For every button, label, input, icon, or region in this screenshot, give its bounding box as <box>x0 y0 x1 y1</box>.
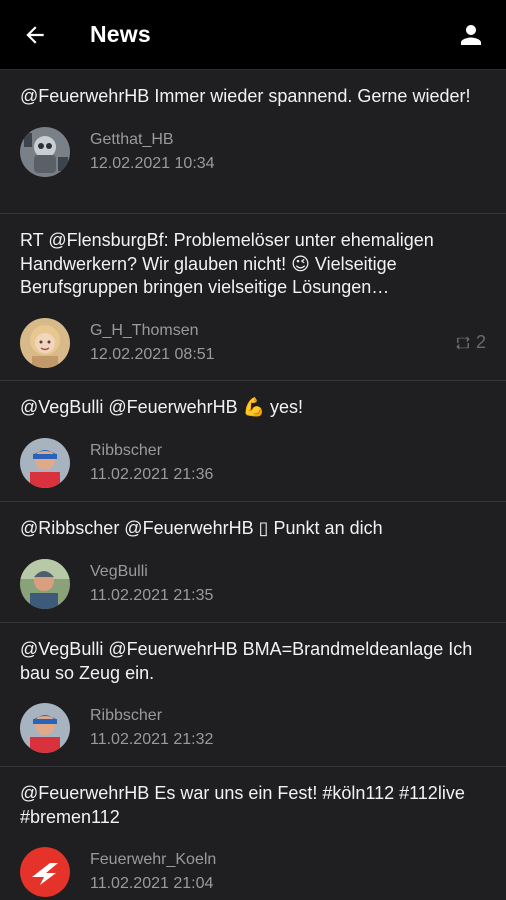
tweet-item[interactable]: @VegBulli @FeuerwehrHB BMA=Brandmeldeanl… <box>0 623 506 767</box>
tweet-item[interactable]: @FeuerwehrHB Es war uns ein Fest! #köln1… <box>0 767 506 900</box>
man-outdoor-avatar-icon <box>20 558 70 609</box>
man-cap-avatar-icon <box>20 703 70 753</box>
avatar[interactable] <box>20 437 70 488</box>
retweet-count[interactable]: 2 <box>454 332 486 353</box>
tweet-author[interactable]: G_H_Thomsen <box>90 319 215 343</box>
tweet-item[interactable]: @VegBulli @FeuerwehrHB 💪 yes! Ribbscher … <box>0 381 506 502</box>
tweet-author[interactable]: Feuerwehr_Koeln <box>90 848 216 872</box>
fire-dept-logo-icon <box>20 847 70 897</box>
tweet-author[interactable]: Getthat_HB <box>90 128 215 152</box>
tweet-text: @Ribbscher @FeuerwehrHB ▯ Punkt an dich <box>20 518 383 538</box>
tweet-meta: G_H_Thomsen 12.02.2021 08:51 <box>20 317 486 368</box>
retweet-icon <box>456 335 470 350</box>
tweet-text: @VegBulli @FeuerwehrHB 💪 yes! <box>20 397 304 417</box>
avatar[interactable] <box>20 317 70 368</box>
tweet-time: 11.02.2021 21:04 <box>90 875 214 892</box>
tweet-info: Ribbscher 11.02.2021 21:32 <box>90 704 213 752</box>
man-cap-avatar-icon <box>20 437 70 488</box>
tweet-text: @FeuerwehrHB Es war uns ein Fest! #köln1… <box>20 783 465 827</box>
tweet-author[interactable]: VegBulli <box>90 560 213 584</box>
tweet-meta: Ribbscher 11.02.2021 21:36 <box>20 437 486 488</box>
arrow-left-icon <box>26 25 44 44</box>
tweet-info: Feuerwehr_Koeln 11.02.2021 21:04 <box>90 848 216 896</box>
tweet-author[interactable]: Ribbscher <box>90 704 213 728</box>
tweet-info: Ribbscher 11.02.2021 21:36 <box>90 439 213 487</box>
profile-button[interactable] <box>454 18 488 52</box>
news-feed[interactable]: @FeuerwehrHB Immer wieder spannend. Gern… <box>0 70 506 900</box>
tweet-text: RT @FlensburgBf: Problemelöser unter ehe… <box>20 230 434 297</box>
tweet-time: 12.02.2021 08:51 <box>90 345 215 363</box>
tweet-text: @VegBulli @FeuerwehrHB BMA=Brandmeldeanl… <box>20 639 473 683</box>
woman-avatar-icon <box>20 317 70 368</box>
tweet-text: @FeuerwehrHB Immer wieder spannend. Gern… <box>20 86 471 106</box>
person-icon <box>461 25 481 45</box>
robot-avatar-icon <box>20 126 70 177</box>
avatar[interactable] <box>20 126 70 177</box>
tweet-time: 11.02.2021 21:36 <box>90 465 214 483</box>
tweet-author[interactable]: Ribbscher <box>90 439 213 463</box>
tweet-meta: Getthat_HB 12.02.2021 10:34 <box>20 126 486 177</box>
avatar[interactable] <box>20 847 70 897</box>
tweet-info: Getthat_HB 12.02.2021 10:34 <box>90 128 215 176</box>
back-button[interactable] <box>0 0 70 70</box>
app-screen: News @FeuerwehrHB Immer wieder spannend.… <box>0 0 506 900</box>
tweet-info: G_H_Thomsen 12.02.2021 08:51 <box>90 319 215 367</box>
tweet-time: 11.02.2021 21:35 <box>90 586 214 604</box>
tweet-time: 11.02.2021 21:32 <box>90 731 214 748</box>
tweet-meta: Ribbscher 11.02.2021 21:32 <box>20 703 486 753</box>
top-app-bar: News <box>0 0 506 70</box>
tweet-item[interactable]: @Ribbscher @FeuerwehrHB ▯ Punkt an dich … <box>0 502 506 623</box>
tweet-item[interactable]: RT @FlensburgBf: Problemelöser unter ehe… <box>0 214 506 381</box>
tweet-item[interactable]: @FeuerwehrHB Immer wieder spannend. Gern… <box>0 70 506 214</box>
tweet-meta: Feuerwehr_Koeln 11.02.2021 21:04 <box>20 847 486 897</box>
retweet-count-value: 2 <box>475 332 486 352</box>
avatar[interactable] <box>20 558 70 609</box>
tweet-time: 12.02.2021 10:34 <box>90 154 215 172</box>
avatar[interactable] <box>20 703 70 753</box>
tweet-info: VegBulli 11.02.2021 21:35 <box>90 560 213 608</box>
page-title: News <box>90 21 151 47</box>
tweet-meta: VegBulli 11.02.2021 21:35 <box>20 558 486 609</box>
